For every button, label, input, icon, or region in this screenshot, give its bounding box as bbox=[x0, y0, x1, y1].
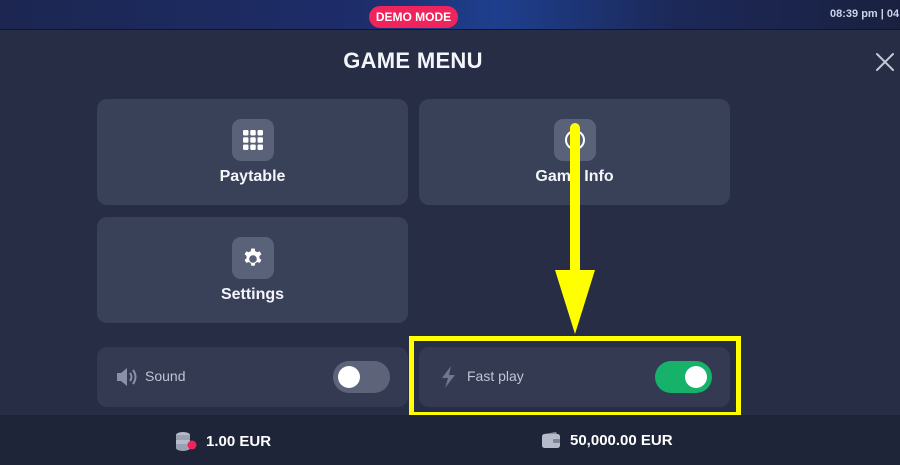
balance-amount: 50,000.00 EUR bbox=[570, 431, 673, 449]
close-button[interactable] bbox=[873, 50, 897, 74]
coins-icon bbox=[176, 432, 197, 451]
bet-amount: 1.00 EUR bbox=[206, 432, 272, 450]
settings-button[interactable]: Settings bbox=[97, 217, 408, 323]
top-bar: DEMO MODE 08:39 pm | 04: bbox=[0, 0, 900, 30]
paytable-label: Paytable bbox=[219, 168, 286, 185]
close-icon bbox=[876, 53, 894, 71]
fast-play-toggle[interactable] bbox=[655, 361, 712, 393]
page-title: GAME MENU bbox=[343, 48, 483, 73]
demo-mode-badge: DEMO MODE bbox=[369, 6, 458, 28]
lightning-icon bbox=[442, 366, 455, 388]
fast-play-setting: Fast play bbox=[419, 347, 730, 407]
sound-label: Sound bbox=[145, 368, 186, 384]
clock: 08:39 pm | 04: bbox=[830, 8, 900, 20]
speaker-icon bbox=[117, 368, 137, 386]
grid-icon bbox=[232, 119, 274, 161]
bet-display: 1.00 EUR bbox=[175, 431, 271, 451]
game-info-label: Game Info bbox=[535, 168, 614, 185]
sound-toggle[interactable] bbox=[333, 361, 390, 393]
info-icon bbox=[554, 119, 596, 161]
wallet-icon bbox=[542, 432, 560, 448]
fast-play-label: Fast play bbox=[467, 368, 524, 384]
toggle-knob bbox=[685, 366, 707, 388]
sound-setting: Sound bbox=[97, 347, 408, 407]
bottom-bar: 1.00 EUR 50,000.00 EUR bbox=[0, 415, 900, 465]
gear-icon bbox=[232, 237, 274, 279]
paytable-button[interactable]: Paytable bbox=[97, 99, 408, 205]
balance-display: 50,000.00 EUR bbox=[541, 431, 673, 449]
toggle-knob bbox=[338, 366, 360, 388]
settings-label: Settings bbox=[220, 286, 285, 303]
game-info-button[interactable]: Game Info bbox=[419, 99, 730, 205]
